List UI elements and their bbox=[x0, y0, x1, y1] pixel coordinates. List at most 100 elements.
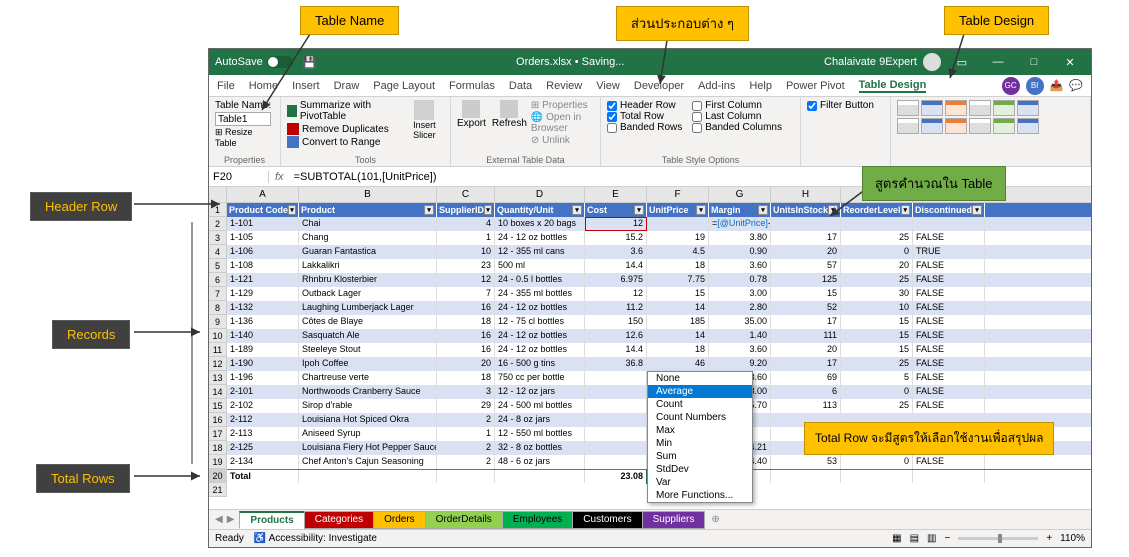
cell[interactable]: 185 bbox=[647, 315, 709, 329]
cell[interactable]: 23.08 bbox=[585, 470, 647, 483]
row-header[interactable]: 20 bbox=[209, 469, 226, 483]
cell[interactable]: 35.00 bbox=[709, 315, 771, 329]
tab-formulas[interactable]: Formulas bbox=[449, 80, 495, 92]
cell[interactable]: 19 bbox=[647, 231, 709, 245]
cell[interactable]: 18 bbox=[437, 315, 495, 329]
cell[interactable]: 0.78 bbox=[709, 273, 771, 287]
share-icon[interactable]: 📤 bbox=[1050, 79, 1064, 92]
sheet-tab-employees[interactable]: Employees bbox=[502, 511, 573, 529]
filter-dropdown-icon[interactable]: ▾ bbox=[572, 205, 582, 215]
style-swatch[interactable] bbox=[993, 118, 1015, 134]
cell[interactable]: 12 - 550 ml bottles bbox=[495, 427, 585, 441]
cell[interactable]: 2 bbox=[437, 441, 495, 455]
tab-power-pivot[interactable]: Power Pivot bbox=[786, 80, 845, 92]
table-name-input[interactable] bbox=[215, 112, 271, 126]
row-header[interactable]: 8 bbox=[209, 301, 226, 315]
cell[interactable]: 2 bbox=[437, 413, 495, 427]
style-swatch[interactable] bbox=[945, 118, 967, 134]
agg-option[interactable]: Max bbox=[648, 424, 752, 437]
sheet-tab-categories[interactable]: Categories bbox=[304, 511, 374, 529]
cell[interactable]: 48 - 6 oz jars bbox=[495, 455, 585, 469]
cell[interactable]: Chartreuse verte bbox=[299, 371, 437, 385]
cell[interactable]: Côtes de Blaye bbox=[299, 315, 437, 329]
cell[interactable]: Louisiana Fiery Hot Pepper Sauce bbox=[299, 441, 437, 455]
agg-option[interactable]: Sum bbox=[648, 450, 752, 463]
cell[interactable]: 16 bbox=[437, 343, 495, 357]
cell[interactable]: 17 bbox=[771, 315, 841, 329]
tab-developer[interactable]: Developer bbox=[634, 80, 684, 92]
cell[interactable] bbox=[585, 371, 647, 385]
next-sheet-icon[interactable]: ▶ bbox=[227, 514, 235, 525]
cell[interactable]: 10 boxes x 20 bags bbox=[495, 217, 585, 231]
autosave-toggle[interactable]: AutoSave bbox=[215, 56, 293, 68]
cell[interactable]: 3.60 bbox=[709, 343, 771, 357]
aggregate-dropdown[interactable]: NoneAverageCountCount NumbersMaxMinSumSt… bbox=[647, 371, 753, 503]
resize-table-button[interactable]: ⊞ Resize Table bbox=[215, 127, 274, 148]
cell[interactable]: FALSE bbox=[913, 301, 985, 315]
cell[interactable]: 750 cc per bottle bbox=[495, 371, 585, 385]
cell[interactable]: 15 bbox=[841, 329, 913, 343]
chk-total-row[interactable] bbox=[607, 112, 617, 122]
cell[interactable]: 2-125 bbox=[227, 441, 299, 455]
cell[interactable]: FALSE bbox=[913, 315, 985, 329]
cell[interactable]: 0 bbox=[841, 385, 913, 399]
cell[interactable] bbox=[299, 470, 437, 483]
cell[interactable]: 0 bbox=[841, 245, 913, 259]
cell[interactable]: 10 bbox=[437, 245, 495, 259]
cell[interactable]: 30 bbox=[841, 287, 913, 301]
cell[interactable] bbox=[913, 217, 985, 231]
cell[interactable]: 24 - 12 oz bottles bbox=[495, 301, 585, 315]
cell[interactable]: 150 bbox=[585, 315, 647, 329]
minimize-icon[interactable]: — bbox=[983, 56, 1013, 68]
cell[interactable]: Chai bbox=[299, 217, 437, 231]
view-page-icon[interactable]: ▤ bbox=[910, 533, 919, 544]
filter-dropdown-icon[interactable]: ▾ bbox=[696, 205, 706, 215]
view-break-icon[interactable]: ▥ bbox=[927, 533, 936, 544]
cell[interactable]: 14.4 bbox=[585, 343, 647, 357]
tab-table-design[interactable]: Table Design bbox=[859, 79, 927, 93]
col-header[interactable]: E bbox=[585, 187, 647, 202]
tab-addins[interactable]: Add-ins bbox=[698, 80, 735, 92]
cell[interactable]: 14.4 bbox=[585, 259, 647, 273]
style-swatch[interactable] bbox=[897, 100, 919, 116]
cell[interactable] bbox=[585, 413, 647, 427]
cell[interactable]: 1-101 bbox=[227, 217, 299, 231]
cell[interactable]: 6 bbox=[771, 385, 841, 399]
th-supplier[interactable]: SupplierID▾ bbox=[437, 203, 495, 217]
cell[interactable]: 52 bbox=[771, 301, 841, 315]
th-reorder[interactable]: ReorderLevel▾ bbox=[841, 203, 913, 217]
cell[interactable]: 3.60 bbox=[709, 259, 771, 273]
chk-first-column[interactable] bbox=[692, 101, 702, 111]
tab-view[interactable]: View bbox=[596, 80, 620, 92]
filter-dropdown-icon[interactable]: ▾ bbox=[828, 205, 838, 215]
cell[interactable]: FALSE bbox=[913, 371, 985, 385]
cell[interactable] bbox=[585, 455, 647, 469]
row-header[interactable]: 7 bbox=[209, 287, 226, 301]
cell[interactable]: 3 bbox=[437, 385, 495, 399]
ribbon-options-icon[interactable]: ▭ bbox=[947, 56, 977, 69]
style-swatch[interactable] bbox=[993, 100, 1015, 116]
presence-icon-2[interactable]: BI bbox=[1026, 77, 1044, 95]
th-quantity[interactable]: Quantity/Unit▾ bbox=[495, 203, 585, 217]
cell[interactable]: Outback Lager bbox=[299, 287, 437, 301]
tab-help[interactable]: Help bbox=[749, 80, 772, 92]
cell[interactable]: FALSE bbox=[913, 399, 985, 413]
tab-data[interactable]: Data bbox=[509, 80, 532, 92]
th-product-code[interactable]: Product Code▾ bbox=[227, 203, 299, 217]
cell[interactable]: FALSE bbox=[913, 385, 985, 399]
cell[interactable]: 10 bbox=[841, 301, 913, 315]
cell[interactable]: 7.75 bbox=[647, 273, 709, 287]
agg-option[interactable]: More Functions... bbox=[648, 489, 752, 502]
row-header[interactable]: 9 bbox=[209, 315, 226, 329]
col-header[interactable]: C bbox=[437, 187, 495, 202]
tab-file[interactable]: File bbox=[217, 80, 235, 92]
cell[interactable]: 24 - 12 oz bottles bbox=[495, 231, 585, 245]
cell[interactable]: 1.40 bbox=[709, 329, 771, 343]
cell[interactable]: 15 bbox=[647, 287, 709, 301]
cell[interactable]: Laughing Lumberjack Lager bbox=[299, 301, 437, 315]
sheet-tab-customers[interactable]: Customers bbox=[572, 511, 642, 529]
cell[interactable]: 16 bbox=[437, 301, 495, 315]
cell[interactable]: 1-121 bbox=[227, 273, 299, 287]
cell[interactable]: 24 - 500 ml bottles bbox=[495, 399, 585, 413]
table-styles-gallery[interactable] bbox=[897, 100, 1057, 134]
